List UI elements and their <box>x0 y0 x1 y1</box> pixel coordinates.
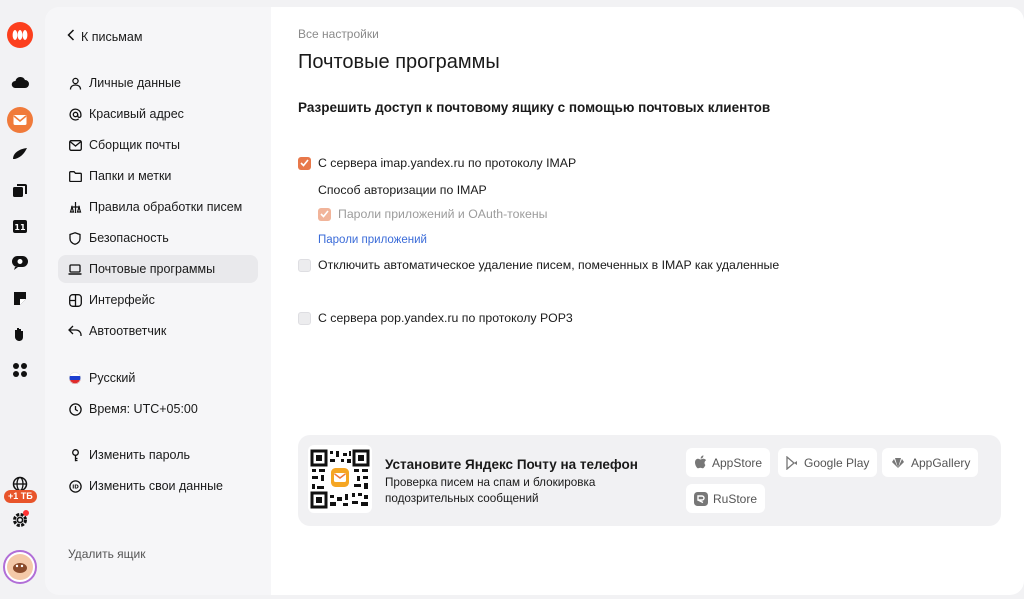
sidebar-item-autoreply[interactable]: Автоответчик <box>58 317 258 345</box>
russia-flag-icon <box>68 371 82 385</box>
appgallery-button[interactable]: AppGallery <box>882 448 979 477</box>
store-label: RuStore <box>713 491 758 506</box>
page-title: Почтовые программы <box>298 51 500 73</box>
chevron-left-icon <box>67 29 75 44</box>
sidebar-item-beautiful-address[interactable]: Красивый адрес <box>58 100 258 128</box>
yandex-logo-icon[interactable] <box>7 22 33 48</box>
sidebar-item-label: Безопасность <box>89 231 169 245</box>
sidebar-item-label: Красивый адрес <box>89 107 184 121</box>
sidebar-item-mail-collector[interactable]: Сборщик почты <box>58 131 258 159</box>
sidebar-item-mail-clients[interactable]: Почтовые программы <box>58 255 258 283</box>
google-play-button[interactable]: Google Play <box>778 448 878 477</box>
breadcrumb[interactable]: Все настройки <box>298 27 379 41</box>
change-password-label: Изменить пароль <box>89 448 191 462</box>
imap-auth-title: Способ авторизации по IMAP <box>318 183 487 197</box>
checkmark-icon <box>300 159 309 167</box>
sidebar-item-personal-data[interactable]: Личные данные <box>58 69 258 97</box>
apple-icon <box>694 455 707 470</box>
google-play-icon <box>786 455 799 470</box>
sidebar-item-label: Правила обработки писем <box>89 200 243 214</box>
pop3-checkbox[interactable] <box>298 311 311 325</box>
qr-code-icon <box>308 445 372 513</box>
sidebar-item-language[interactable]: Русский <box>58 364 258 392</box>
sidebar-item-label: Папки и метки <box>89 169 172 183</box>
rustore-icon <box>694 491 708 506</box>
huawei-icon <box>890 457 906 469</box>
pop3-label: С сервера pop.yandex.ru по протоколу POP… <box>318 311 573 325</box>
main-panel: Все настройки Почтовые программы Разреши… <box>271 7 1024 595</box>
sidebar-item-label: Интерфейс <box>89 293 155 307</box>
shield-icon <box>68 231 82 245</box>
imap-label: С сервера imap.yandex.ru по протоколу IM… <box>318 156 577 170</box>
app-passwords-checkbox <box>318 207 331 221</box>
checkmark-icon <box>320 210 329 218</box>
app-passwords-link[interactable]: Пароли приложений <box>318 234 427 246</box>
imap-option[interactable]: С сервера imap.yandex.ru по протоколу IM… <box>298 156 576 170</box>
at-icon <box>68 107 82 121</box>
disable-autodelete-option[interactable]: Отключить автоматическое удаление писем,… <box>298 258 779 272</box>
store-label: AppGallery <box>911 455 971 470</box>
timezone-label: Время: UTC+05:00 <box>89 402 198 416</box>
change-data-label: Изменить свои данные <box>89 479 224 493</box>
notification-dot <box>23 510 29 516</box>
promo-title: Установите Яндекс Почту на телефон <box>385 457 638 472</box>
sidebar-item-label: Автоответчик <box>89 324 167 338</box>
sidebar-item-interface[interactable]: Интерфейс <box>58 286 258 314</box>
app-passwords-label: Пароли приложений и OAuth-токены <box>338 207 548 221</box>
avatar[interactable] <box>3 550 37 584</box>
sidebar-item-label: Личные данные <box>89 76 181 90</box>
clock-icon <box>68 402 82 416</box>
promo-description: Проверка писем на спам и блокировка подо… <box>385 476 596 505</box>
store-label: AppStore <box>712 455 763 470</box>
imap-checkbox[interactable] <box>298 156 311 170</box>
telemost-icon[interactable] <box>8 250 32 274</box>
sidebar-item-mail-rules[interactable]: Правила обработки писем <box>58 193 258 221</box>
sidebar-item-label: Сборщик почты <box>89 138 180 152</box>
svg-text:11: 11 <box>14 223 26 232</box>
disable-autodelete-checkbox[interactable] <box>298 258 311 272</box>
hand-icon[interactable] <box>8 322 32 346</box>
appstore-button[interactable]: AppStore <box>686 448 771 477</box>
layout-icon <box>68 293 82 307</box>
sidebar-item-folders-labels[interactable]: Папки и метки <box>58 162 258 190</box>
app-rail: 11 +1 ТБ <box>0 0 40 599</box>
notes-icon[interactable] <box>8 286 32 310</box>
rules-icon <box>68 200 82 214</box>
settings-sidebar: К письмам Личные данные Красивый адрес С… <box>45 7 271 595</box>
svg-text:ID: ID <box>72 484 79 490</box>
folder-icon <box>68 169 82 183</box>
back-to-inbox-link[interactable]: К письмам <box>67 29 142 44</box>
laptop-icon <box>68 262 82 276</box>
language-label: Русский <box>89 371 136 385</box>
delete-mailbox-link[interactable]: Удалить ящик <box>68 547 145 561</box>
rustore-button[interactable]: RuStore <box>686 484 766 513</box>
sidebar-item-change-data[interactable]: ID Изменить свои данные <box>58 472 258 500</box>
storage-badge[interactable]: +1 ТБ <box>4 490 37 503</box>
envelope-icon <box>68 138 82 152</box>
cloud-icon[interactable] <box>8 70 32 94</box>
sidebar-item-timezone[interactable]: Время: UTC+05:00 <box>58 395 258 423</box>
key-icon <box>68 448 82 462</box>
sidebar-item-security[interactable]: Безопасность <box>58 224 258 252</box>
mail-app-icon[interactable] <box>6 106 34 134</box>
back-label: К письмам <box>81 29 143 44</box>
id-card-icon: ID <box>68 479 82 493</box>
disk-icon[interactable] <box>8 178 32 202</box>
avatar-image-icon <box>7 554 33 580</box>
all-services-icon[interactable] <box>8 358 32 382</box>
sidebar-item-label: Почтовые программы <box>89 262 216 276</box>
store-label: Google Play <box>804 455 870 470</box>
section-subtitle: Разрешить доступ к почтовому ящику с пом… <box>298 100 771 115</box>
sidebar-item-change-password[interactable]: Изменить пароль <box>58 441 258 469</box>
disable-autodelete-label: Отключить автоматическое удаление писем,… <box>318 258 780 272</box>
calendar-icon[interactable]: 11 <box>8 214 32 238</box>
app-passwords-option: Пароли приложений и OAuth-токены <box>318 207 548 221</box>
pop3-option[interactable]: С сервера pop.yandex.ru по протоколу POP… <box>298 311 573 325</box>
person-icon <box>68 76 82 90</box>
messenger-icon[interactable] <box>8 142 32 166</box>
reply-icon <box>68 324 82 338</box>
mobile-app-promo: Установите Яндекс Почту на телефон Прове… <box>298 435 1001 526</box>
